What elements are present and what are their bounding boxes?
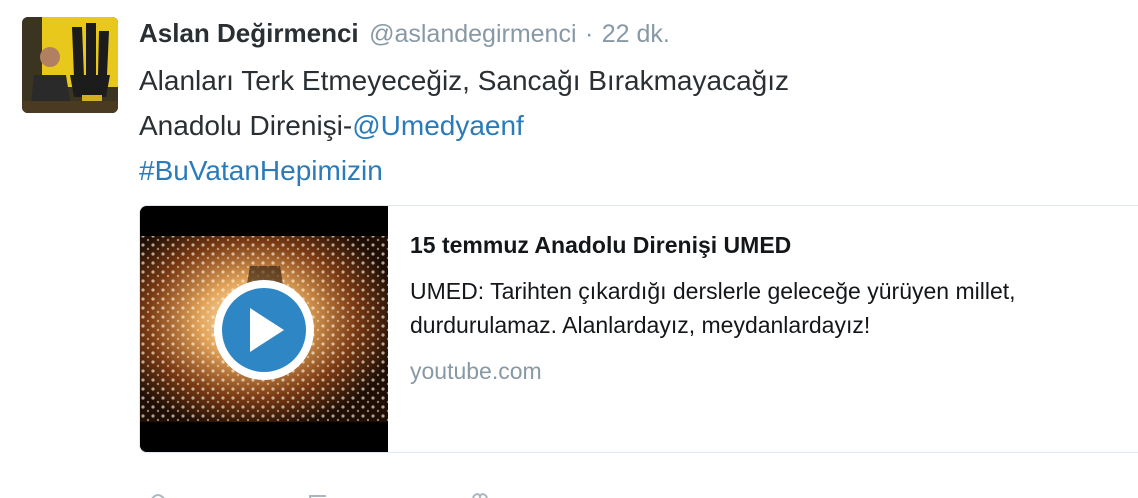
display-name[interactable]: Aslan Değirmenci xyxy=(139,18,359,48)
like-icon[interactable] xyxy=(469,490,491,498)
tweet-actions xyxy=(139,484,639,498)
tweet-text-prefix: Anadolu Direnişi- xyxy=(139,110,353,141)
video-thumbnail-image xyxy=(140,206,388,452)
play-icon[interactable] xyxy=(214,280,314,380)
tweet: Aslan Değirmenci @aslandegirmenci · 22 d… xyxy=(0,0,1138,498)
card-domain: youtube.com xyxy=(410,358,542,384)
tweet-text-line-3: #BuVatanHepimizin xyxy=(139,148,1119,193)
tweet-header: Aslan Değirmenci @aslandegirmenci · 22 d… xyxy=(139,15,670,56)
tweet-text: Alanları Terk Etmeyeceğiz, Sancağı Bırak… xyxy=(139,58,1119,193)
avatar-image xyxy=(22,17,118,113)
reply-icon[interactable] xyxy=(147,490,169,498)
video-thumbnail[interactable] xyxy=(140,206,388,452)
username[interactable]: @aslandegirmenci xyxy=(369,20,576,48)
card-description: UMED: Tarihten çıkardığı derslerle gelec… xyxy=(410,278,1016,338)
tweet-text-line-2: Anadolu Direnişi-@Umedyaenf xyxy=(139,103,1119,148)
mention-link[interactable]: @Umedyaenf xyxy=(352,110,524,141)
card-title[interactable]: 15 temmuz Anadolu Direnişi UMED xyxy=(410,230,1110,260)
link-card[interactable]: 15 temmuz Anadolu Direnişi UMED UMED: Ta… xyxy=(139,205,1138,453)
timestamp[interactable]: 22 dk. xyxy=(602,20,670,48)
header-separator: · xyxy=(584,20,594,48)
retweet-icon[interactable] xyxy=(307,490,329,498)
card-body: 15 temmuz Anadolu Direnişi UMED UMED: Ta… xyxy=(410,230,1110,386)
avatar[interactable] xyxy=(22,17,118,113)
hashtag-link[interactable]: #BuVatanHepimizin xyxy=(139,155,383,186)
tweet-text-line-1: Alanları Terk Etmeyeceğiz, Sancağı Bırak… xyxy=(139,65,790,96)
